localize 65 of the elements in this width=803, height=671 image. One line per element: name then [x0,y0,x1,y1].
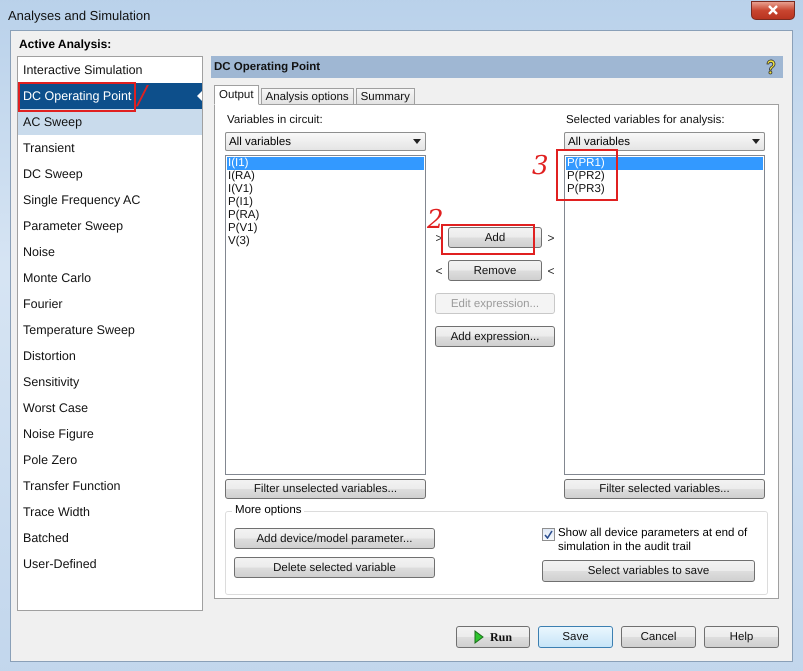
arrow-glyph: > [547,230,555,244]
variable-item[interactable]: I(RA) [227,170,424,183]
dropdown-caret-icon [752,139,760,144]
analysis-item[interactable]: Transient [18,135,202,161]
list-label: Variables in circuit: [226,113,324,128]
dialog-button[interactable]: Help [704,626,779,648]
analysis-item[interactable]: Pole Zero [18,447,202,473]
variable-item[interactable]: P(PR3) [566,183,763,196]
dropdown-caret-icon [413,139,421,144]
section-label: Active Analysis: [18,36,112,53]
analysis-item[interactable]: Trace Width [18,499,202,525]
analysis-item[interactable]: DC Sweep [18,161,202,187]
checkbox-label: Show all device parameters at end of simulation in the audit trail [558,526,748,554]
transfer-button[interactable]: Remove [448,260,542,281]
window-title: Analyses and Simulation [8,8,150,22]
analysis-item[interactable]: Noise Figure [18,421,202,447]
close-icon [767,5,779,15]
variable-item[interactable]: P(RA) [227,209,424,222]
analysis-item[interactable]: AC Sweep [18,109,202,135]
analysis-item[interactable]: Parameter Sweep [18,213,202,239]
annotation-number: 3 [532,152,549,180]
dialog-button[interactable]: Cancel [621,626,696,648]
analysis-item[interactable]: Interactive Simulation [18,57,202,83]
variable-item[interactable]: P(V1) [227,222,424,235]
analysis-item[interactable]: Noise [18,239,202,265]
analysis-item[interactable]: Temperature Sweep [18,317,202,343]
option-button[interactable]: Delete selected variable [234,557,435,578]
run-button[interactable]: Run [456,626,530,648]
variable-item[interactable]: P(I1) [227,196,424,209]
help-icon[interactable] [765,59,777,75]
tab[interactable]: Analysis options [260,88,354,105]
variable-item[interactable]: I(V1) [227,183,424,196]
group-title: More options [232,504,304,516]
annotation-number: / [138,82,147,110]
filter-button[interactable]: Filter unselected variables... [225,479,426,499]
close-button[interactable] [751,0,795,20]
arrow-glyph: < [547,264,555,278]
analysis-item[interactable]: Worst Case [18,395,202,421]
option-button[interactable]: Add device/model parameter... [234,528,435,549]
analysis-item[interactable]: Transfer Function [18,473,202,499]
tab[interactable]: Summary [356,88,415,105]
analysis-item[interactable]: User-Defined [18,551,202,577]
tab[interactable]: Output [214,85,259,105]
annotation-number: 2 [427,206,444,234]
analysis-item[interactable]: Distortion [18,343,202,369]
variable-item[interactable]: V(3) [227,235,424,248]
list-label: Selected variables for analysis: [565,113,726,128]
arrow-glyph: < [435,264,443,278]
save-variables-button[interactable]: Select variables to save [542,560,755,582]
analysis-item[interactable]: Single Frequency AC [18,187,202,213]
dialog-button[interactable]: Save [538,626,613,648]
play-icon [474,630,484,644]
annotation-box [556,149,618,201]
analysis-item[interactable]: Fourier [18,291,202,317]
analysis-item[interactable]: Sensitivity [18,369,202,395]
checkbox[interactable] [542,528,555,541]
panel-title: DC Operating Point [214,61,320,73]
analysis-item[interactable]: Batched [18,525,202,551]
filter-dropdown[interactable]: All variables [564,132,765,151]
filter-button[interactable]: Filter selected variables... [564,479,765,499]
expression-button[interactable]: Add expression... [435,326,555,347]
analysis-item[interactable]: Monte Carlo [18,265,202,291]
filter-dropdown[interactable]: All variables [225,132,426,151]
transfer-button[interactable]: Add [448,227,542,248]
variable-item[interactable]: P(PR2) [566,170,763,183]
